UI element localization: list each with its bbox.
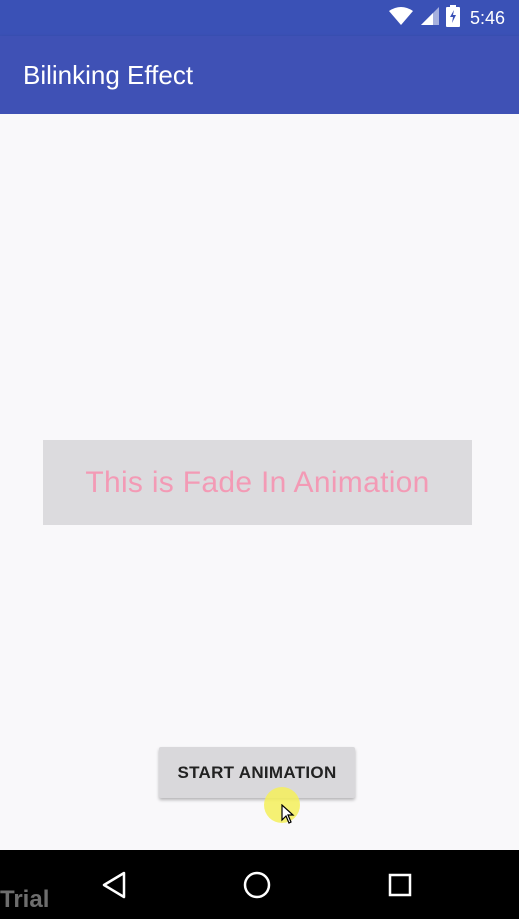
wifi-icon xyxy=(388,6,414,31)
battery-icon xyxy=(445,4,460,32)
trial-watermark: Trial xyxy=(0,886,50,913)
app-bar: Bilinking Effect xyxy=(0,36,519,114)
main-content: This is Fade In Animation START ANIMATIO… xyxy=(0,114,519,850)
cell-signal-icon xyxy=(420,6,440,31)
app-title: Bilinking Effect xyxy=(23,60,194,90)
fade-text-box: This is Fade In Animation xyxy=(43,440,472,525)
status-time: 5:46 xyxy=(469,7,505,28)
navigation-bar xyxy=(0,850,519,919)
back-icon[interactable] xyxy=(97,868,131,902)
fade-animation-text: This is Fade In Animation xyxy=(85,465,430,499)
mouse-cursor-icon xyxy=(281,803,295,824)
home-icon[interactable] xyxy=(240,868,274,902)
recents-icon[interactable] xyxy=(383,868,417,902)
status-bar: 5:46 xyxy=(0,0,519,36)
status-icons: 5:46 xyxy=(388,4,505,32)
start-animation-button[interactable]: START ANIMATION xyxy=(159,747,355,798)
